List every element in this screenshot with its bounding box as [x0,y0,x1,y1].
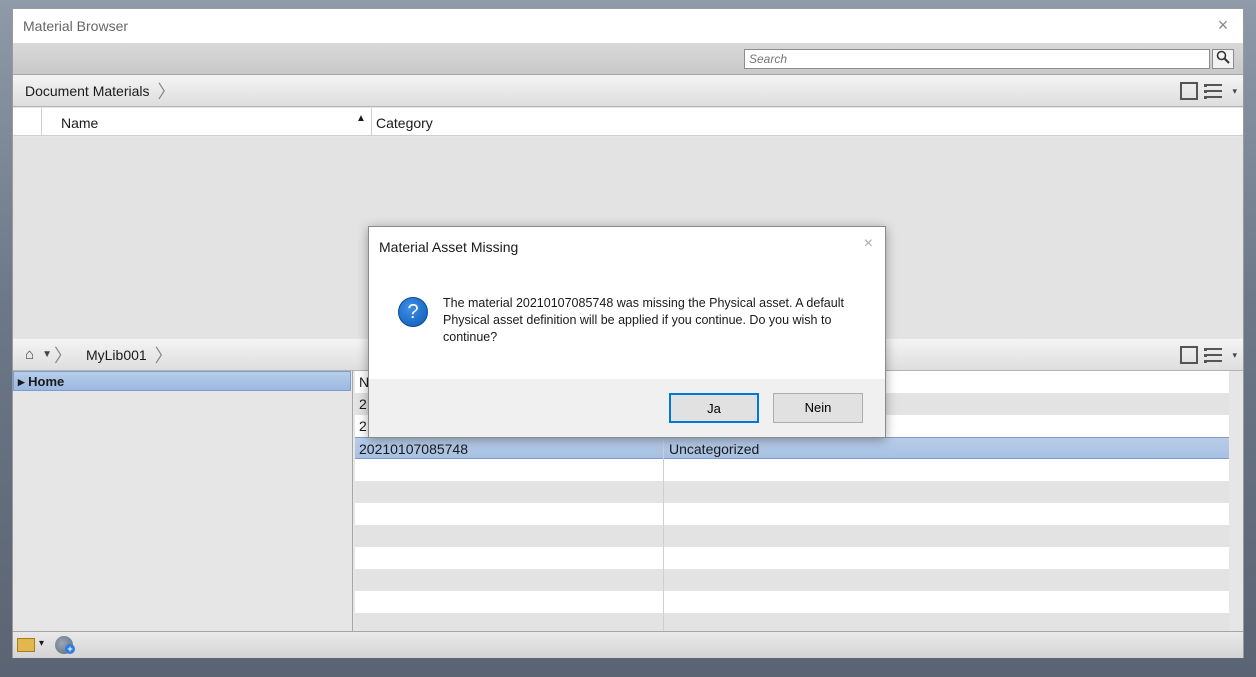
chevron-down-icon[interactable]: ▾ [1232,350,1237,361]
cell-category: Uncategorized [669,441,760,457]
close-icon[interactable]: × [1213,15,1233,35]
title-bar: Material Browser × [13,9,1243,43]
home-icon[interactable]: ⌂ [25,346,34,363]
document-materials-header: Name ▲ Category [13,108,1243,136]
column-category[interactable]: Category [376,115,433,131]
document-materials-breadcrumb: Document Materials 〉 ▾ [13,75,1243,107]
table-row[interactable] [355,547,1229,569]
table-row[interactable]: 20210107085748 Uncategorized [355,437,1229,459]
search-button[interactable] [1212,49,1234,69]
search-input[interactable] [744,49,1210,69]
table-row[interactable] [355,591,1229,613]
cell-name: 20210107085748 [359,441,469,457]
column-divider [41,108,42,136]
window-title: Material Browser [23,18,129,34]
dialog-message: The material 20210107085748 was missing … [443,296,844,344]
panel-toggle-icon[interactable] [1180,346,1199,364]
close-icon[interactable]: × [864,235,873,253]
search-icon [1216,50,1230,64]
list-view-icon[interactable] [1204,82,1226,100]
chevron-down-icon[interactable]: ▾ [39,638,44,649]
table-row[interactable] [355,481,1229,503]
list-view-icon[interactable] [1204,346,1226,364]
breadcrumb-document-materials[interactable]: Document Materials [13,83,150,99]
table-row[interactable] [355,503,1229,525]
chevron-down-icon[interactable]: ▼ [42,349,52,360]
question-icon: ? [398,297,428,327]
library-tree: ▸ Home [13,371,353,631]
search-bar [13,43,1243,75]
chevron-down-icon[interactable]: ▾ [1232,86,1237,97]
cell-name: 2 [359,396,367,412]
bottom-toolbar: ▾ + [13,631,1243,658]
library-folder-icon[interactable] [17,638,35,652]
dialog-title: Material Asset Missing [379,239,519,255]
plus-icon: + [65,644,75,654]
view-options: ▾ [1180,82,1237,100]
chevron-right-icon: 〉 [157,81,176,102]
table-row[interactable] [355,569,1229,591]
tree-item-label: Home [28,374,65,389]
no-button[interactable]: Nein [773,393,863,423]
chevron-right-icon: 〉 [53,345,72,366]
column-divider [371,108,372,136]
chevron-right-icon: 〉 [154,345,173,366]
sort-ascending-icon: ▲ [356,113,366,124]
yes-button[interactable]: Ja [669,393,759,423]
tree-item-home[interactable]: ▸ Home [13,371,351,391]
material-asset-missing-dialog: Material Asset Missing × ? The material … [368,226,886,438]
expand-arrow-icon[interactable]: ▸ [18,374,25,389]
panel-toggle-icon[interactable] [1180,82,1199,100]
table-row[interactable] [355,525,1229,547]
breadcrumb-library[interactable]: MyLib001 [86,347,147,363]
column-name[interactable]: Name [61,115,98,131]
cell-name: 2 [359,418,367,434]
table-row[interactable] [355,459,1229,481]
view-options: ▾ [1180,346,1237,364]
